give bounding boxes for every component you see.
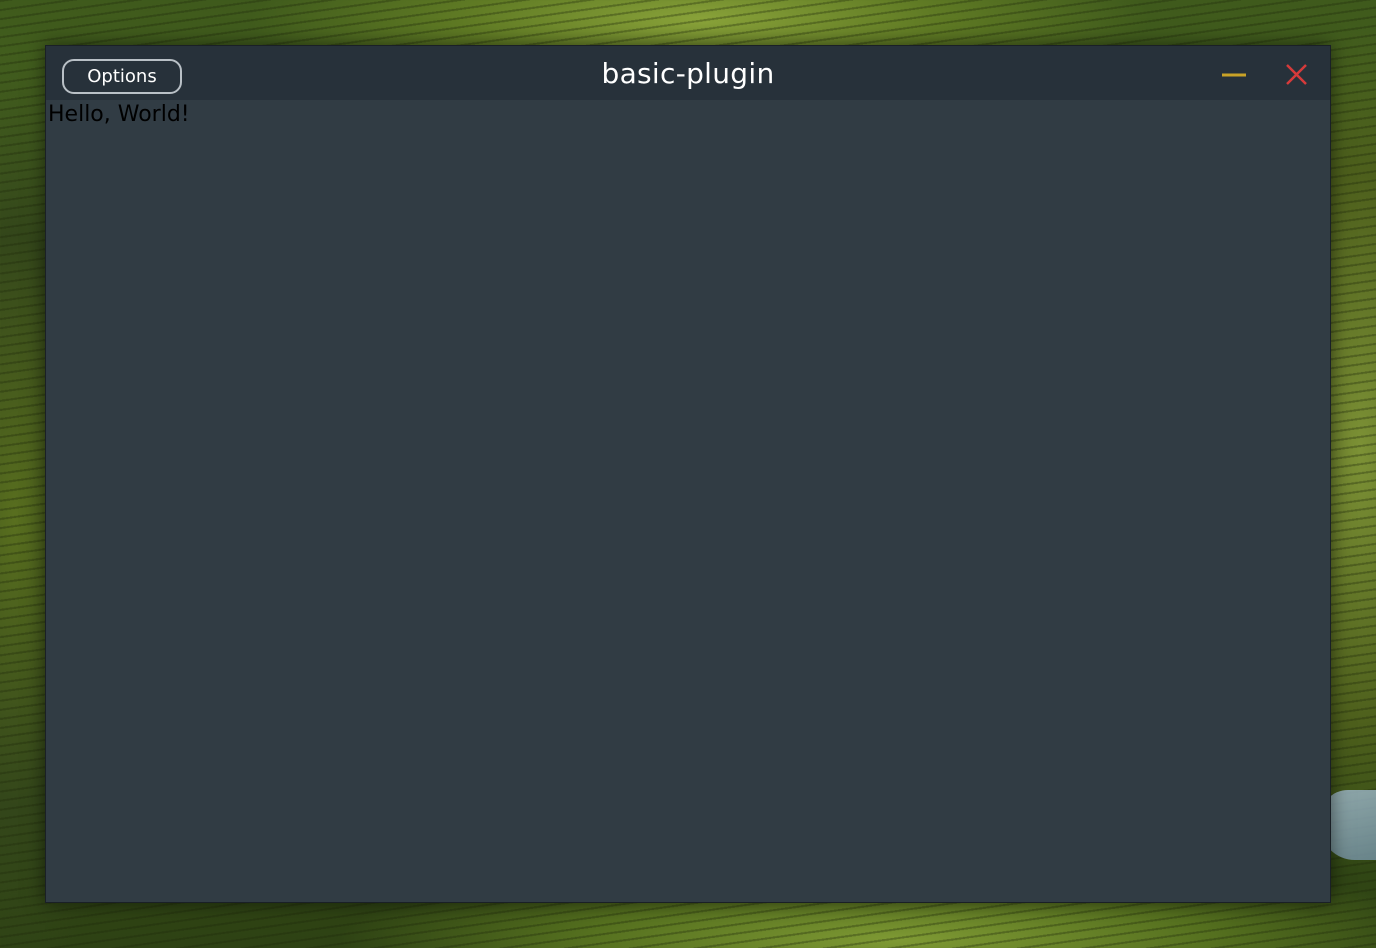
hello-world-text: Hello, World!: [48, 102, 190, 127]
window-title: basic-plugin: [601, 57, 775, 90]
minimize-button[interactable]: [1218, 58, 1250, 90]
close-button[interactable]: [1280, 58, 1312, 90]
window-content: Hello, World!: [46, 100, 1330, 902]
minimize-icon: [1222, 73, 1246, 77]
plugin-window: Options basic-plugin Hello, World!: [45, 45, 1331, 903]
window-titlebar[interactable]: Options basic-plugin: [46, 46, 1330, 100]
close-icon: [1286, 64, 1307, 85]
